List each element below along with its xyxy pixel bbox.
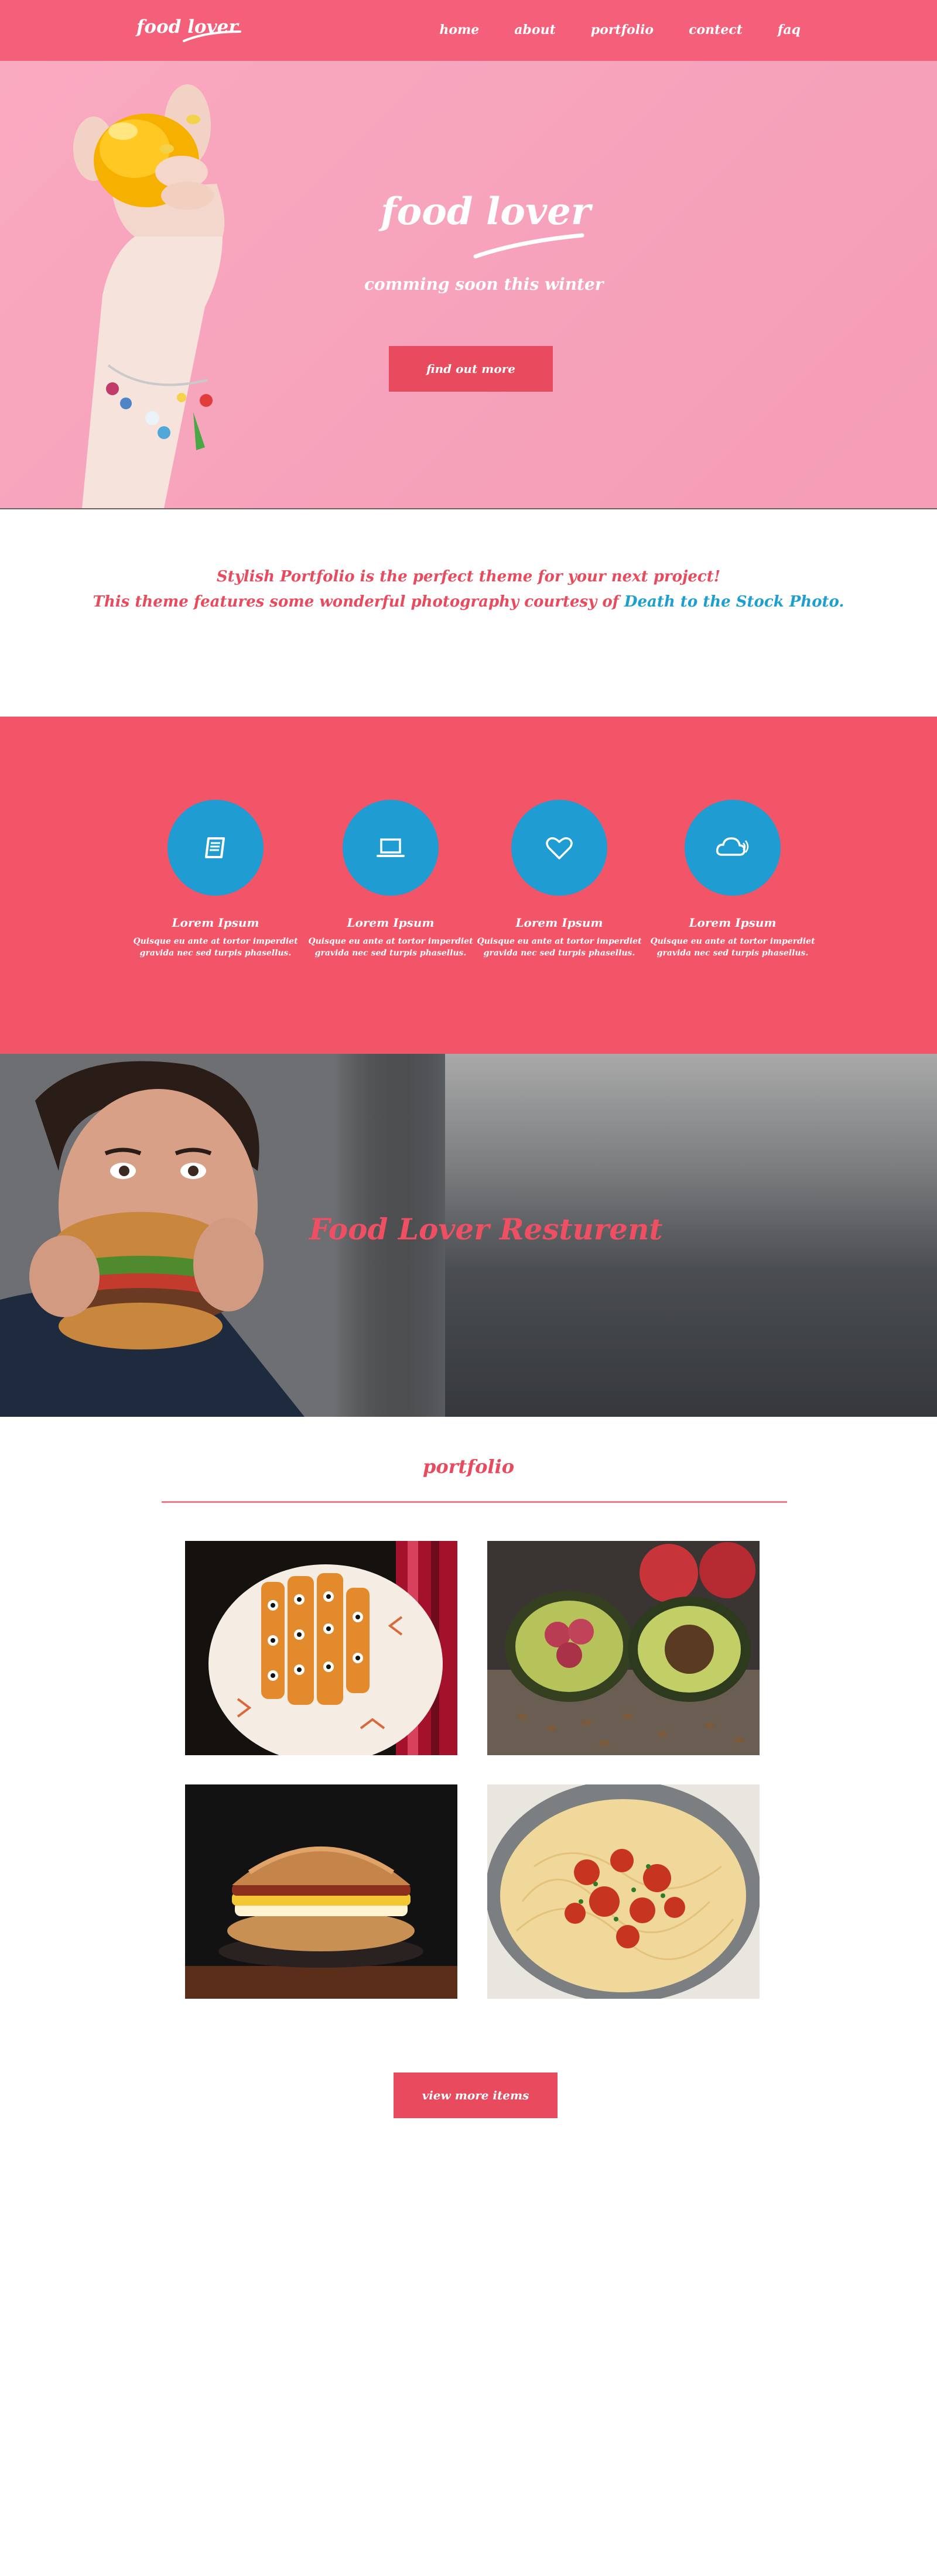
hero-swoosh-icon — [473, 233, 584, 259]
service-text-line-1: Quisque eu ante at tortor imperdiet — [133, 937, 298, 946]
nav-contect-link[interactable]: contect — [689, 22, 743, 37]
hero-section: food lover comming soon this winter find… — [0, 61, 937, 508]
logo-swoosh-icon — [183, 30, 241, 42]
service-text-line-2: gravida nec sed turpis phasellus. — [139, 948, 292, 958]
intro-line-2-text: This theme features some wonderful photo… — [93, 593, 624, 611]
service-title: Lorem Ipsum — [172, 916, 259, 930]
service-title: Lorem Ipsum — [347, 916, 435, 930]
book-icon — [205, 837, 225, 858]
hero-subtitle: comming soon this winter — [364, 275, 604, 294]
service-icon-circle — [167, 800, 264, 896]
service-item-4: Lorem Ipsum Quisque eu ante at tortor im… — [648, 800, 818, 959]
nav-home-link[interactable]: home — [439, 22, 479, 37]
service-text-line-2: gravida nec sed turpis phasellus. — [656, 948, 809, 958]
cloud-icon — [716, 837, 749, 856]
service-text-line-2: gravida nec sed turpis phasellus. — [483, 948, 635, 958]
portfolio-divider — [162, 1501, 787, 1503]
service-icon-circle — [511, 800, 607, 896]
tacos-photo — [185, 1541, 457, 1755]
service-text: Quisque eu ante at tortor imperdiet grav… — [474, 936, 644, 959]
service-item-1: Lorem Ipsum Quisque eu ante at tortor im… — [131, 800, 300, 959]
intro-line-1: Stylish Portfolio is the perfect theme f… — [216, 568, 721, 585]
service-icon-circle — [685, 800, 781, 896]
portfolio-item-sandwich[interactable] — [185, 1784, 457, 1999]
service-text-line-1: Quisque eu ante at tortor imperdiet — [650, 937, 815, 946]
hand-holding-lemon-image — [73, 84, 225, 508]
top-nav: food lover home about portfolio contect … — [0, 0, 937, 61]
service-icon-circle — [343, 800, 439, 896]
portfolio-item-tacos[interactable] — [185, 1541, 457, 1755]
banner-title: Food Lover Resturent — [309, 1212, 663, 1246]
service-text: Quisque eu ante at tortor imperdiet grav… — [648, 936, 818, 959]
restaurant-banner: Food Lover Resturent — [0, 1054, 937, 1417]
service-item-2: Lorem Ipsum Quisque eu ante at tortor im… — [306, 800, 476, 959]
service-text: Quisque eu ante at tortor imperdiet grav… — [131, 936, 300, 959]
find-out-more-button[interactable]: find out more — [389, 346, 553, 392]
nav-links: home about portfolio contect faq — [404, 22, 801, 37]
services-section: Lorem Ipsum Quisque eu ante at tortor im… — [0, 717, 937, 1054]
death-to-stock-photo-link[interactable]: Death to the Stock Photo. — [624, 593, 844, 611]
service-item-3: Lorem Ipsum Quisque eu ante at tortor im… — [474, 800, 644, 959]
portfolio-section: portfolio view more items — [0, 1417, 937, 2576]
service-title: Lorem Ipsum — [515, 916, 603, 930]
portfolio-item-spaghetti[interactable] — [487, 1784, 760, 1999]
heart-icon — [546, 837, 573, 859]
service-text-line-1: Quisque eu ante at tortor imperdiet — [308, 937, 473, 946]
service-text-line-2: gravida nec sed turpis phasellus. — [314, 948, 467, 958]
spaghetti-photo — [487, 1784, 760, 1999]
view-more-items-button[interactable]: view more items — [394, 2073, 558, 2118]
nav-about-link[interactable]: about — [514, 22, 555, 37]
hero-title: food lover — [381, 190, 591, 234]
portfolio-heading: portfolio — [422, 1455, 515, 1478]
intro-section: Stylish Portfolio is the perfect theme f… — [0, 508, 937, 718]
service-text: Quisque eu ante at tortor imperdiet grav… — [306, 936, 476, 959]
laptop-icon — [377, 838, 405, 857]
nav-faq-link[interactable]: faq — [778, 22, 801, 37]
avocado-raspberry-photo — [487, 1541, 760, 1755]
intro-line-2: This theme features some wonderful photo… — [0, 593, 937, 611]
nav-portfolio-link[interactable]: portfolio — [591, 22, 654, 37]
portfolio-item-avocado[interactable] — [487, 1541, 760, 1755]
service-text-line-1: Quisque eu ante at tortor imperdiet — [477, 937, 642, 946]
service-title: Lorem Ipsum — [689, 916, 777, 930]
breakfast-sandwich-photo — [185, 1784, 457, 1999]
